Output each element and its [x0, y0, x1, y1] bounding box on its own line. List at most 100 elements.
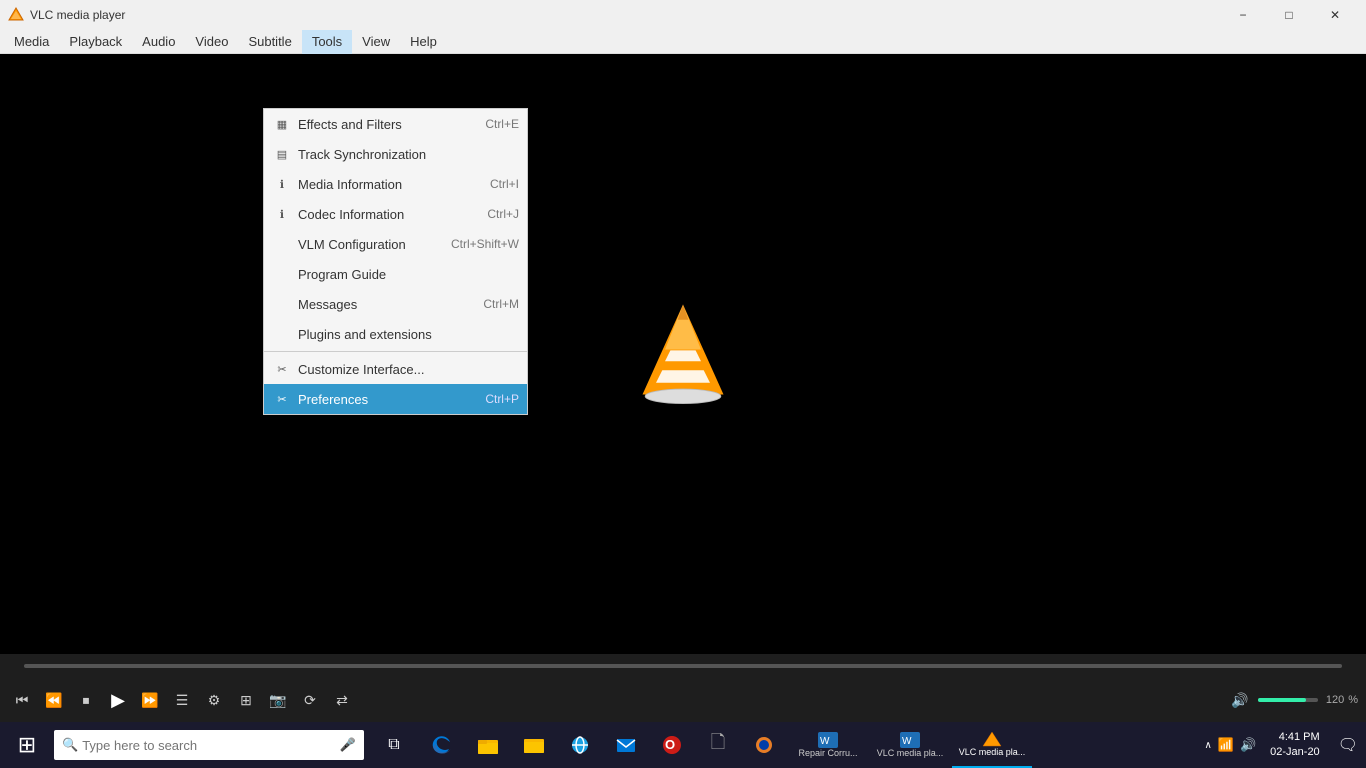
taskbar-app-vlc[interactable]: VLC media pla... [952, 722, 1032, 768]
menu-item-effects-filters[interactable]: ▦ Effects and Filters Ctrl+E [264, 109, 527, 139]
taskbar-search-bar[interactable]: 🔍 🎤 [54, 730, 364, 760]
menu-tools[interactable]: Tools [302, 30, 352, 54]
menu-item-program-guide[interactable]: Program Guide [264, 259, 527, 289]
tray-up-arrow[interactable]: ∧ [1204, 740, 1211, 751]
taskbar-app-ie[interactable] [558, 722, 602, 768]
program-guide-label: Program Guide [298, 267, 509, 282]
plugins-ext-label: Plugins and extensions [298, 327, 509, 342]
volume-percent: % [1348, 694, 1358, 706]
effects-filters-label: Effects and Filters [298, 117, 475, 132]
timeline-area[interactable] [0, 654, 1366, 678]
preferences-icon: ✂ [272, 389, 292, 409]
vlm-config-shortcut: Ctrl+Shift+W [451, 237, 519, 251]
codec-info-label: Codec Information [298, 207, 477, 222]
taskbar-app-opera[interactable]: O [650, 722, 694, 768]
rewind-button[interactable]: ⏪ [40, 686, 68, 714]
menu-item-track-sync[interactable]: ▤ Track Synchronization [264, 139, 527, 169]
start-button[interactable]: ⊞ [4, 722, 50, 768]
menu-item-preferences[interactable]: ✂ Preferences Ctrl+P [264, 384, 527, 414]
taskbar-system-tray: ∧ 📶 🔊 4:41 PM 02-Jan-20 🗨 [1204, 730, 1362, 761]
svg-text:W: W [902, 736, 912, 747]
volume-bar-fill [1258, 698, 1306, 702]
volume-icon-button[interactable]: 🔊 [1226, 686, 1254, 714]
effects-filters-icon: ▦ [272, 114, 292, 134]
taskbar-app-firefox[interactable] [742, 722, 786, 768]
vlc-logo [638, 299, 728, 409]
program-guide-icon [272, 264, 292, 284]
clock-area[interactable]: 4:41 PM 02-Jan-20 [1264, 730, 1326, 761]
volume-tray-icon[interactable]: 🔊 [1240, 737, 1256, 753]
menu-bar: Media Playback Audio Video Subtitle Tool… [0, 30, 1366, 54]
messages-label: Messages [298, 297, 473, 312]
stop-button[interactable]: ⏹ [72, 686, 100, 714]
window-controls: − □ ✕ [1220, 0, 1358, 30]
svg-text:W: W [820, 736, 830, 747]
extended-settings-button[interactable]: ⚙ [200, 686, 228, 714]
menu-item-plugins-ext[interactable]: Plugins and extensions [264, 319, 527, 349]
menu-video[interactable]: Video [185, 30, 238, 54]
menu-item-vlm-config[interactable]: VLM Configuration Ctrl+Shift+W [264, 229, 527, 259]
media-info-icon: ℹ [272, 174, 292, 194]
taskbar-app-word[interactable]: W VLC media pla... [870, 722, 950, 768]
menu-separator [264, 351, 527, 352]
maximize-button[interactable]: □ [1266, 0, 1312, 30]
taskbar-app-email[interactable] [604, 722, 648, 768]
menu-help[interactable]: Help [400, 30, 447, 54]
codec-info-shortcut: Ctrl+J [487, 207, 519, 221]
clock-date: 02-Jan-20 [1270, 745, 1320, 760]
codec-info-icon: ℹ [272, 204, 292, 224]
video-area: ▦ Effects and Filters Ctrl+E ▤ Track Syn… [0, 54, 1366, 654]
preferences-shortcut: Ctrl+P [485, 392, 519, 406]
title-bar: VLC media player − □ ✕ [0, 0, 1366, 30]
network-icon[interactable]: 📶 [1218, 737, 1234, 753]
track-sync-icon: ▤ [272, 144, 292, 164]
menu-view[interactable]: View [352, 30, 400, 54]
vlm-config-icon [272, 234, 292, 254]
taskbar-app-repair[interactable]: W Repair Corru... [788, 722, 868, 768]
minimize-button[interactable]: − [1220, 0, 1266, 30]
volume-bar[interactable] [1258, 698, 1318, 702]
shuffle-button[interactable]: ⇄ [328, 686, 356, 714]
search-input[interactable] [82, 738, 340, 753]
taskbar-app-edge[interactable] [420, 722, 464, 768]
menu-audio[interactable]: Audio [132, 30, 185, 54]
sys-tray-icons: ∧ 📶 🔊 [1204, 737, 1256, 753]
customize-interface-icon: ✂ [272, 359, 292, 379]
menu-item-media-info[interactable]: ℹ Media Information Ctrl+I [264, 169, 527, 199]
progress-bar[interactable] [24, 664, 1342, 668]
menu-subtitle[interactable]: Subtitle [238, 30, 301, 54]
search-icon: 🔍 [62, 737, 78, 753]
menu-media[interactable]: Media [4, 30, 59, 54]
messages-icon [272, 294, 292, 314]
menu-playback[interactable]: Playback [59, 30, 132, 54]
menu-item-codec-info[interactable]: ℹ Codec Information Ctrl+J [264, 199, 527, 229]
next-button[interactable]: ⏩ [136, 686, 164, 714]
close-button[interactable]: ✕ [1312, 0, 1358, 30]
taskbar-task-view[interactable]: ⧉ [372, 722, 416, 768]
preferences-label: Preferences [298, 392, 475, 407]
taskbar-app-videos[interactable] [512, 722, 556, 768]
play-button[interactable]: ▶ [104, 686, 132, 714]
playlist-button[interactable]: ☰ [168, 686, 196, 714]
app-icon [8, 7, 24, 23]
clock-time: 4:41 PM [1270, 730, 1320, 745]
media-info-shortcut: Ctrl+I [490, 177, 519, 191]
menu-item-messages[interactable]: Messages Ctrl+M [264, 289, 527, 319]
vlm-config-label: VLM Configuration [298, 237, 441, 252]
controls-area: ⏮ ⏪ ⏹ ▶ ⏩ ☰ ⚙ ⊞ 📷 ⟳ ⇄ 🔊 120 % [0, 678, 1366, 722]
snapshot-button[interactable]: 📷 [264, 686, 292, 714]
effects-button[interactable]: ⊞ [232, 686, 260, 714]
prev-chapter-button[interactable]: ⏮ [8, 686, 36, 714]
customize-interface-label: Customize Interface... [298, 362, 509, 377]
media-info-label: Media Information [298, 177, 480, 192]
notification-icon[interactable]: 🗨 [1334, 735, 1362, 755]
plugins-ext-icon [272, 324, 292, 344]
taskbar-app-file-explorer[interactable] [466, 722, 510, 768]
app-title: VLC media player [30, 8, 1220, 22]
menu-item-customize-interface[interactable]: ✂ Customize Interface... [264, 354, 527, 384]
volume-area: 🔊 120 % [1226, 686, 1358, 714]
svg-text:O: O [665, 737, 675, 752]
taskbar-app-file-mgr[interactable]: 🗋 [696, 722, 740, 768]
loop-button[interactable]: ⟳ [296, 686, 324, 714]
effects-filters-shortcut: Ctrl+E [485, 117, 519, 131]
